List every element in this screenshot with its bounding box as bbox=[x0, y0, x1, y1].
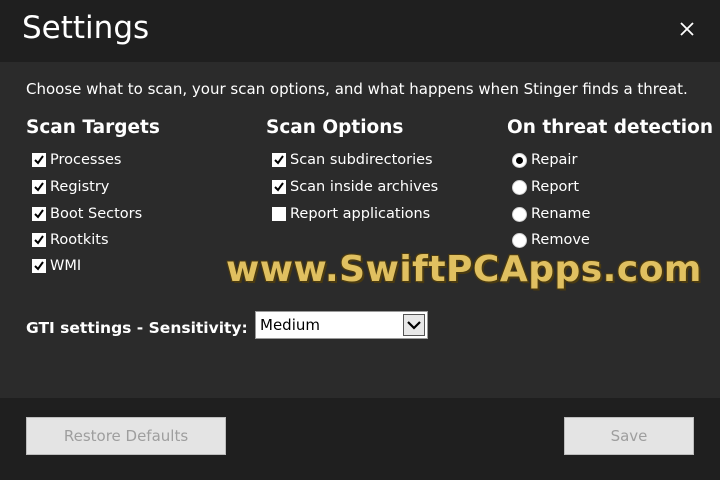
scan-targets-heading: Scan Targets bbox=[26, 117, 160, 138]
checkbox-processes[interactable]: Processes bbox=[32, 150, 121, 170]
checkbox-label: Report applications bbox=[290, 206, 431, 222]
restore-defaults-button[interactable]: Restore Defaults bbox=[26, 417, 226, 455]
checkmark-icon bbox=[34, 235, 44, 245]
radio-repair[interactable]: Repair bbox=[512, 150, 577, 170]
checkbox-box[interactable] bbox=[272, 153, 286, 167]
chevron-down-icon bbox=[407, 321, 421, 330]
checkbox-box[interactable] bbox=[272, 180, 286, 194]
checkmark-icon bbox=[34, 155, 44, 165]
footer-bar: Restore Defaults Save bbox=[0, 398, 720, 480]
close-icon bbox=[680, 22, 694, 36]
dropdown-button[interactable] bbox=[403, 314, 425, 336]
radio-selected-dot bbox=[516, 156, 523, 164]
checkmark-icon bbox=[274, 155, 284, 165]
checkbox-label: Registry bbox=[50, 179, 110, 195]
radio-label: Rename bbox=[531, 206, 591, 222]
checkbox-scan-subdirectories[interactable]: Scan subdirectories bbox=[272, 150, 433, 170]
select-value: Medium bbox=[260, 316, 320, 334]
checkbox-box[interactable] bbox=[32, 153, 46, 167]
window-title: Settings bbox=[22, 10, 150, 46]
radio-label: Report bbox=[531, 179, 580, 195]
radio-button[interactable] bbox=[512, 232, 527, 248]
radio-button[interactable] bbox=[512, 152, 527, 168]
checkmark-icon bbox=[34, 261, 44, 271]
checkmark-icon bbox=[274, 182, 284, 192]
checkbox-scan-inside-archives[interactable]: Scan inside archives bbox=[272, 177, 438, 197]
checkbox-box[interactable] bbox=[32, 180, 46, 194]
radio-report[interactable]: Report bbox=[512, 177, 579, 197]
checkmark-icon bbox=[34, 209, 44, 219]
checkbox-label: Processes bbox=[50, 152, 122, 168]
checkbox-label: WMI bbox=[50, 258, 82, 274]
checkbox-label: Rootkits bbox=[50, 232, 109, 248]
checkbox-boot-sectors[interactable]: Boot Sectors bbox=[32, 204, 142, 224]
checkbox-box[interactable] bbox=[272, 207, 286, 221]
gti-sensitivity-label: GTI settings - Sensitivity: bbox=[26, 319, 248, 337]
checkbox-registry[interactable]: Registry bbox=[32, 177, 109, 197]
checkbox-report-applications[interactable]: Report applications bbox=[272, 204, 430, 224]
watermark-text: www.SwiftPCApps.com bbox=[226, 249, 702, 290]
checkbox-box[interactable] bbox=[32, 207, 46, 221]
checkbox-label: Boot Sectors bbox=[50, 206, 143, 222]
title-bar: Settings bbox=[0, 0, 720, 62]
radio-rename[interactable]: Rename bbox=[512, 204, 590, 224]
checkmark-icon bbox=[34, 182, 44, 192]
checkbox-label: Scan subdirectories bbox=[290, 152, 433, 168]
radio-label: Remove bbox=[531, 232, 590, 248]
radio-button[interactable] bbox=[512, 206, 527, 222]
save-button[interactable]: Save bbox=[564, 417, 694, 455]
settings-content: Choose what to scan, your scan options, … bbox=[0, 62, 720, 398]
close-button[interactable] bbox=[672, 14, 702, 44]
gti-sensitivity-select[interactable]: Medium bbox=[255, 311, 428, 339]
radio-button[interactable] bbox=[512, 179, 527, 195]
radio-remove[interactable]: Remove bbox=[512, 230, 590, 250]
checkbox-rootkits[interactable]: Rootkits bbox=[32, 230, 109, 250]
scan-options-heading: Scan Options bbox=[266, 117, 404, 138]
checkbox-box[interactable] bbox=[32, 259, 46, 273]
checkbox-box[interactable] bbox=[32, 233, 46, 247]
description-text: Choose what to scan, your scan options, … bbox=[26, 80, 688, 98]
radio-label: Repair bbox=[531, 152, 578, 168]
threat-detection-heading: On threat detection bbox=[507, 117, 714, 138]
checkbox-label: Scan inside archives bbox=[290, 179, 439, 195]
checkbox-wmi[interactable]: WMI bbox=[32, 256, 81, 276]
